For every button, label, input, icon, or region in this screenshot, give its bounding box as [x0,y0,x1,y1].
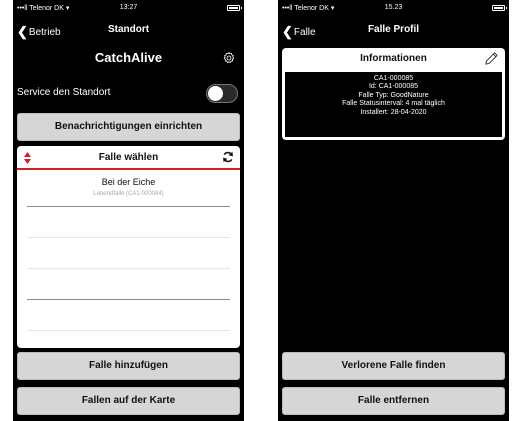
status-bar: •••ll Telenor DK ▾ 13:27 [13,0,244,18]
service-location-label: Service den Standort [17,87,111,98]
picker-divider [27,206,230,207]
info-header: Informationen [282,48,505,70]
info-body: CA1-000085 Id: CA1-000085 Falle Typ: Goo… [285,72,502,137]
picker-item[interactable]: Bei der Eiche Lebendfalle (CA1-000084) [17,174,240,206]
traps-map-button[interactable]: Fallen auf der Karte [17,387,240,415]
status-bar: •••ll Telenor DK ▾ 15.23 [278,0,509,18]
battery-icon [227,5,242,11]
add-trap-button[interactable]: Falle hinzufügen [17,352,240,380]
info-line-interval: Falle Statusinterval: 4 mal täglich [342,100,445,108]
info-line-serial: CA1-000085 [373,75,414,82]
app-title: CatchAlive [94,50,163,65]
find-lost-trap-button[interactable]: Verlorene Falle finden [282,352,505,380]
nav-title: Falle Profil [367,24,420,35]
picker-header: Falle wählen [17,146,240,170]
info-line-id: Id: CA1-000085 [368,83,419,91]
status-time: 15.23 [384,4,403,11]
phone-standort-screen: •••ll Telenor DK ▾ 13:27 ❮Betrieb Stando… [13,0,244,421]
trap-name: Bei der Eiche [101,177,156,187]
nav-bar: ❮Falle Falle Profil [278,20,509,40]
picker-divider [27,268,230,269]
picker-title: Falle wählen [98,152,159,163]
nav-bar: ❮Betrieb Standort [13,20,244,40]
remove-trap-button[interactable]: Falle entfernen [282,387,505,415]
toggle-knob [208,86,223,101]
phone-trap-profile-screen: •••ll Telenor DK ▾ 15.23 ❮Falle Falle Pr… [278,0,509,421]
nav-title: Standort [107,24,150,35]
service-location-toggle[interactable] [206,84,238,103]
picker-divider [27,237,230,238]
info-card: Informationen CA1-000085 Id: CA1-000085 … [282,48,505,140]
info-title: Informationen [360,53,427,64]
notifications-button[interactable]: Benachrichtigungen einrichten [17,113,240,141]
trap-subtitle: Lebendfalle (CA1-000084) [93,191,164,197]
trap-picker: Falle wählen Bei der Eiche Lebendfalle (… [17,146,240,348]
picker-divider [27,330,230,331]
battery-icon [492,5,507,11]
picker-divider [27,299,230,300]
refresh-icon[interactable] [221,150,235,164]
service-location-row: Service den Standort [13,84,244,104]
pencil-icon[interactable] [484,51,499,66]
status-time: 13:27 [119,4,138,11]
info-line-type: Falle Typ: GoodNature [358,91,429,99]
gear-icon[interactable] [222,51,236,65]
info-line-installed: Installert: 28-04-2020 [360,108,427,116]
